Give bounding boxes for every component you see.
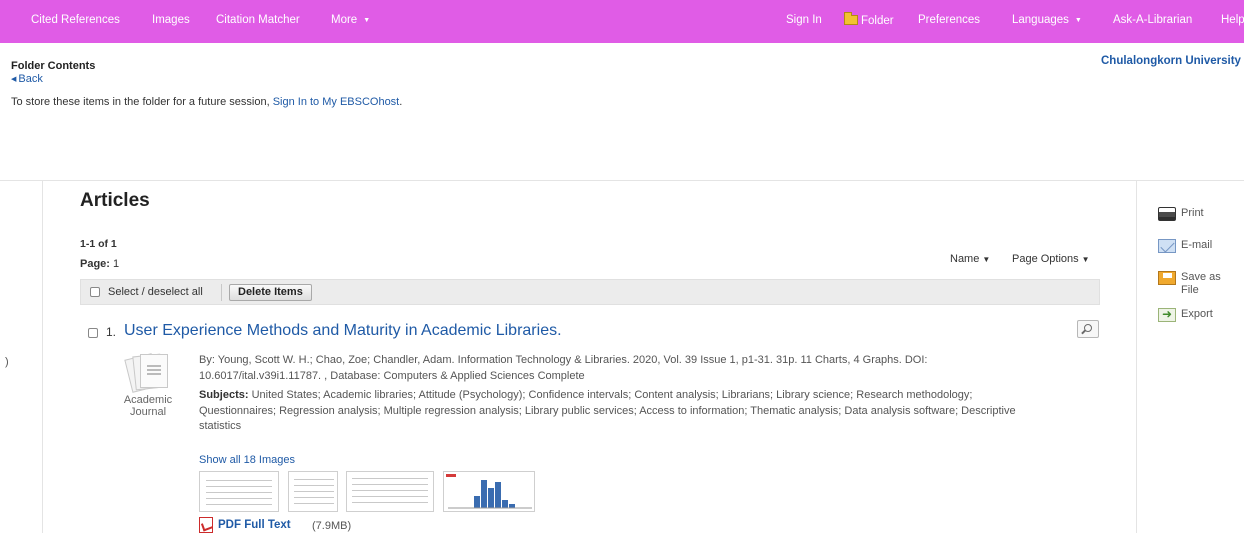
thumbnail-bar-chart-graphic (446, 474, 532, 509)
academic-journal-icon (124, 352, 170, 393)
subjects-label: Subjects: (199, 389, 249, 401)
floppy-disk-icon (1158, 271, 1176, 285)
nav-sign-in[interactable]: Sign In (786, 14, 822, 26)
thumb-bar (481, 480, 487, 508)
back-label: Back (18, 73, 43, 85)
printer-icon (1158, 207, 1176, 221)
thumb-bar (509, 504, 515, 508)
pdf-file-size: (7.9MB) (312, 520, 352, 532)
nav-images[interactable]: Images (152, 14, 190, 26)
page-label: Page: (80, 258, 110, 270)
caret-down-icon: ▼ (982, 255, 991, 264)
toolbar-divider (221, 284, 222, 301)
envelope-icon (1158, 239, 1176, 253)
publication-type: Academic Journal (123, 394, 173, 418)
store-message: To store these items in the folder for a… (11, 96, 402, 108)
page-number: 1 (113, 258, 120, 270)
select-all-label[interactable]: Select / deselect all (108, 286, 203, 298)
thumb-line (352, 496, 428, 497)
image-thumbnail-chart[interactable] (443, 471, 535, 512)
store-message-suffix: . (399, 96, 403, 108)
stray-character: ) (5, 356, 9, 368)
nav-languages-label: Languages (1012, 14, 1069, 26)
select-all-checkbox[interactable] (90, 287, 100, 297)
thumb-bar (502, 500, 508, 508)
nav-folder-label: Folder (861, 15, 894, 27)
thumb-line (206, 504, 272, 505)
thumb-line (294, 497, 334, 498)
left-column-divider (42, 180, 43, 533)
nav-more-label: More (331, 14, 358, 26)
export-label: Export (1181, 308, 1213, 320)
image-thumbnail[interactable] (346, 471, 434, 512)
result-count: 1-1 of 1 (80, 238, 117, 250)
thumb-line (206, 492, 272, 493)
page-shape (140, 354, 168, 388)
nav-cited-references[interactable]: Cited References (31, 14, 120, 26)
image-thumbnail[interactable] (199, 471, 279, 512)
folder-icon (844, 12, 858, 25)
articles-heading: Articles (80, 190, 150, 211)
top-nav-bar: Cited References Images Citation Matcher… (0, 0, 1244, 43)
thumb-legend-mark (446, 474, 456, 477)
email-label: E-mail (1181, 239, 1213, 251)
page-options-dropdown[interactable]: Page Options ▼ (1012, 253, 1090, 265)
result-checkbox[interactable] (88, 328, 98, 338)
print-label: Print (1181, 207, 1204, 219)
preview-magnifier-icon[interactable] (1077, 320, 1099, 338)
nav-help[interactable]: Help (1221, 14, 1244, 26)
right-column-divider (1136, 180, 1137, 533)
result-byline: By: Young, Scott W. H.; Chao, Zoe; Chand… (199, 354, 928, 382)
chevron-down-icon: ▼ (363, 17, 371, 24)
chevron-down-icon: ▼ (1074, 17, 1082, 24)
thumb-line (294, 479, 334, 480)
page-title: Folder Contents (11, 60, 96, 72)
back-link[interactable]: ◀ Back (11, 73, 43, 85)
pdf-icon (199, 517, 213, 533)
thumb-line (352, 502, 428, 503)
thumb-line (352, 484, 428, 485)
thumb-line (206, 486, 272, 487)
image-thumbnail[interactable] (288, 471, 338, 512)
sort-name-dropdown[interactable]: Name ▼ (950, 253, 990, 265)
thumb-bar (474, 496, 480, 508)
header-divider (0, 180, 1244, 181)
thumb-line (206, 498, 272, 499)
thumb-line (294, 503, 334, 504)
sort-name-label: Name (950, 253, 980, 265)
store-message-text: To store these items in the folder for a… (11, 96, 273, 108)
show-all-images-link[interactable]: Show all 18 Images (199, 454, 295, 466)
result-number: 1. (106, 325, 117, 339)
chevron-left-icon: ◀ (11, 76, 17, 83)
nav-preferences[interactable]: Preferences (918, 14, 980, 26)
result-subjects: Subjects: United States; Academic librar… (199, 388, 1039, 435)
nav-folder[interactable]: Folder (844, 12, 894, 27)
page-indicator: Page: 1 (80, 258, 119, 270)
export-arrow-icon (1158, 307, 1176, 322)
pdf-full-text-link[interactable]: PDF Full Text (218, 519, 291, 531)
caret-down-icon: ▼ (1081, 255, 1090, 264)
thumb-line (294, 485, 334, 486)
thumb-line (352, 478, 428, 479)
thumb-line (352, 490, 428, 491)
nav-more-menu[interactable]: More ▼ (331, 14, 370, 26)
page-options-label: Page Options (1012, 253, 1079, 265)
nav-languages-menu[interactable]: Languages ▼ (1012, 14, 1082, 26)
institution-name: Chulalongkorn University (1101, 55, 1241, 67)
delete-items-button[interactable]: Delete Items (229, 284, 312, 301)
thumb-line (294, 491, 334, 492)
thumb-bar (495, 482, 501, 508)
thumb-line (206, 480, 272, 481)
subjects-list: United States; Academic libraries; Attit… (199, 389, 1016, 432)
thumb-bar (488, 488, 494, 508)
save-label: Save as File (1181, 271, 1221, 296)
select-toolbar: Select / deselect all Delete Items (80, 279, 1100, 305)
result-title-link[interactable]: User Experience Methods and Maturity in … (124, 322, 562, 340)
sign-in-myebsco-link[interactable]: Sign In to My EBSCOhost (273, 96, 400, 108)
lens-handle (1081, 329, 1086, 335)
nav-citation-matcher[interactable]: Citation Matcher (216, 14, 300, 26)
nav-ask-a-librarian[interactable]: Ask-A-Librarian (1113, 14, 1192, 26)
